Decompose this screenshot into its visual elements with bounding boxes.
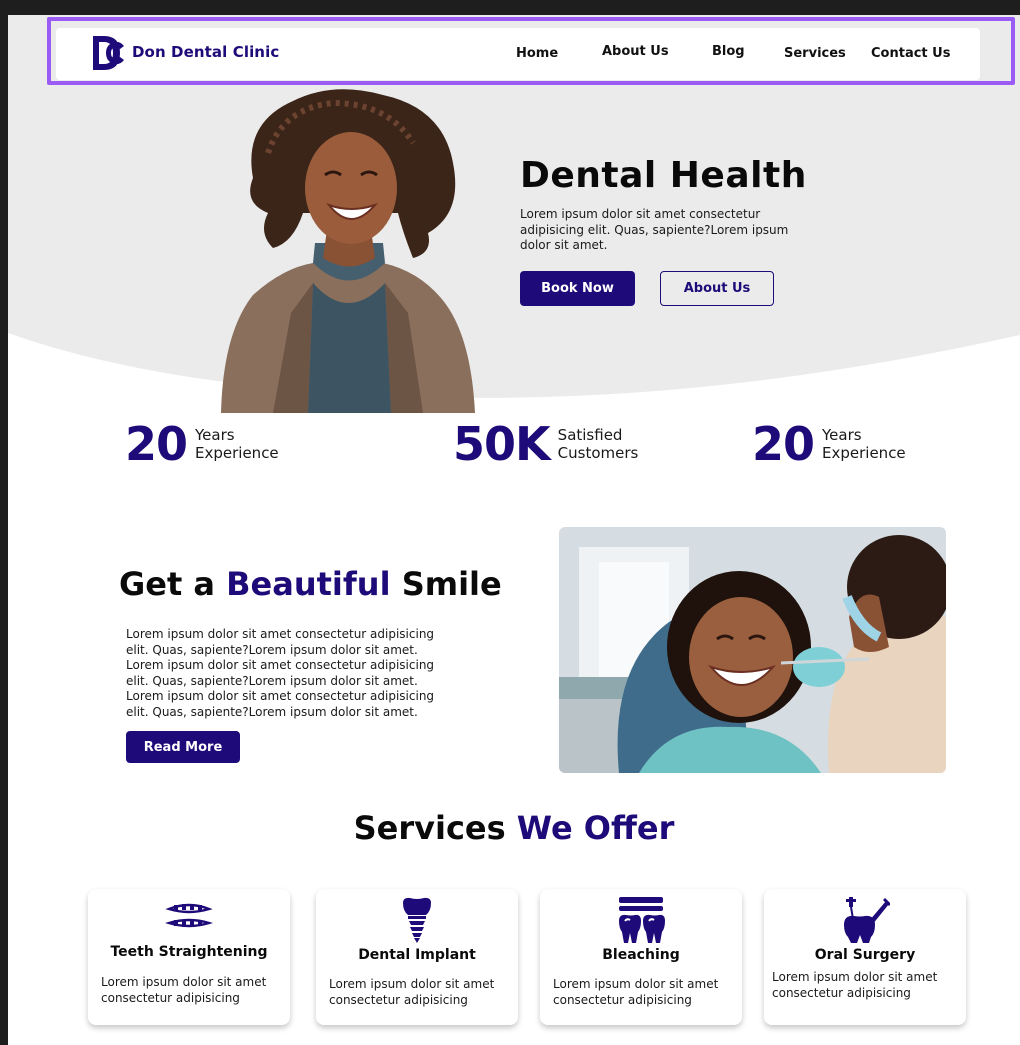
service-card-dental-implant[interactable]: Dental Implant Lorem ipsum dolor sit ame… bbox=[316, 889, 518, 1025]
service-card-title: Bleaching bbox=[602, 947, 680, 963]
service-card-text: Lorem ipsum dolor sit amet consectetur a… bbox=[101, 975, 267, 1005]
service-card-title: Oral Surgery bbox=[814, 947, 916, 963]
page: Don Dental Clinic Home About Us Blog Ser… bbox=[8, 15, 1020, 1045]
stat-label: Years Experience bbox=[195, 426, 279, 462]
smile-section-text: Lorem ipsum dolor sit amet consectetur a… bbox=[126, 627, 435, 719]
stat-years-experience: 20 Years Experience bbox=[125, 417, 279, 471]
service-card-title: Dental Implant bbox=[358, 947, 476, 963]
smile-title-post: Smile bbox=[390, 565, 502, 603]
selection-outline bbox=[47, 17, 1015, 85]
braces-icon bbox=[88, 899, 290, 933]
implant-icon bbox=[316, 897, 518, 943]
stat-label-line1: Years bbox=[195, 426, 235, 444]
services-section-title: Services We Offer bbox=[8, 809, 1020, 847]
stat-value: 20 bbox=[752, 417, 815, 471]
service-card-text: Lorem ipsum dolor sit amet consectetur a… bbox=[329, 977, 495, 1007]
smile-title-pre: Get a bbox=[119, 565, 227, 603]
stat-label-line2: Customers bbox=[557, 444, 639, 462]
services-title-pre: Services bbox=[353, 809, 517, 847]
hero-woman-image bbox=[221, 89, 475, 413]
stat-label-line2: Experience bbox=[195, 444, 279, 462]
stat-value: 20 bbox=[125, 417, 188, 471]
smile-title-accent: Beautiful bbox=[226, 565, 391, 603]
stat-label: Satisfied Customers bbox=[558, 426, 639, 462]
stat-satisfied-customers: 50K Satisfied Customers bbox=[453, 417, 638, 471]
service-card-bleaching[interactable]: Bleaching Lorem ipsum dolor sit amet con… bbox=[540, 889, 742, 1025]
services-title-accent: We Offer bbox=[516, 809, 675, 847]
smile-section-title: Get a Beautiful Smile bbox=[119, 565, 502, 603]
service-card-teeth-straightening[interactable]: Teeth Straightening Lorem ipsum dolor si… bbox=[88, 889, 290, 1025]
service-card-oral-surgery[interactable]: Oral Surgery Lorem ipsum dolor sit amet … bbox=[764, 889, 966, 1025]
stat-label-line1: Satisfied bbox=[557, 426, 623, 444]
bleaching-icon bbox=[540, 895, 742, 945]
about-us-button[interactable]: About Us bbox=[660, 271, 774, 306]
dentist-patient-image bbox=[559, 527, 946, 773]
service-card-text: Lorem ipsum dolor sit amet consectetur a… bbox=[772, 970, 938, 1000]
tooth-surgery-icon bbox=[764, 895, 966, 943]
hero-title: Dental Health bbox=[520, 155, 807, 196]
stat-label: Years Experience bbox=[822, 426, 906, 462]
stat-years-experience-2: 20 Years Experience bbox=[752, 417, 906, 471]
hero-description: Lorem ipsum dolor sit amet consectetur a… bbox=[520, 207, 789, 252]
read-more-button[interactable]: Read More bbox=[126, 731, 240, 763]
stat-label-line2: Experience bbox=[822, 444, 906, 462]
book-now-button[interactable]: Book Now bbox=[520, 271, 635, 306]
stat-label-line1: Years bbox=[822, 426, 862, 444]
service-card-title: Teeth Straightening bbox=[110, 944, 268, 960]
service-card-text: Lorem ipsum dolor sit amet consectetur a… bbox=[553, 977, 719, 1007]
stat-value: 50K bbox=[453, 417, 551, 471]
